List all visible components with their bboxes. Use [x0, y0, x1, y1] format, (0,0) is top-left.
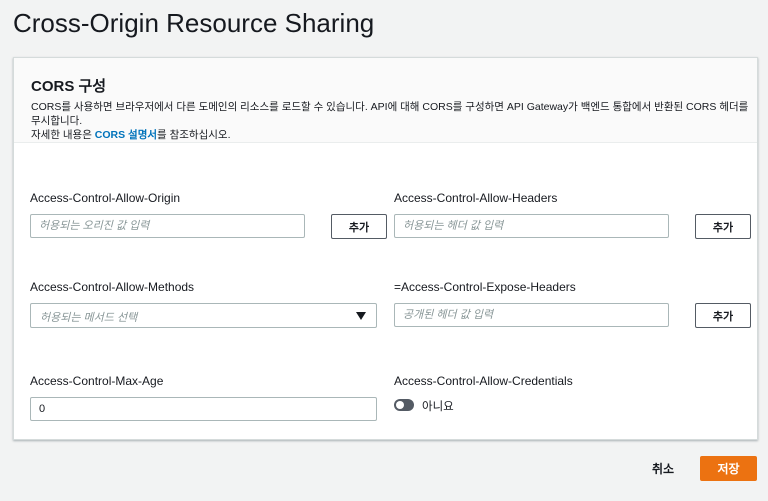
- add-header-button[interactable]: 추가: [695, 214, 751, 239]
- cancel-button[interactable]: 취소: [641, 456, 685, 480]
- allow-origin-label: Access-Control-Allow-Origin: [30, 191, 181, 205]
- add-origin-button[interactable]: 추가: [331, 214, 387, 239]
- allow-headers-label: Access-Control-Allow-Headers: [394, 191, 558, 205]
- allow-methods-select[interactable]: 허용되는 메서드 선택: [30, 303, 377, 328]
- panel-description: CORS를 사용하면 브라우저에서 다른 도메인의 리소스를 로드할 수 있습니…: [31, 100, 751, 142]
- max-age-input[interactable]: [30, 397, 377, 421]
- expose-headers-label: =Access-Control-Expose-Headers: [394, 280, 576, 294]
- allow-credentials-label: Access-Control-Allow-Credentials: [394, 374, 573, 388]
- caret-down-icon: [356, 312, 366, 320]
- panel-title: CORS 구성: [31, 78, 107, 95]
- toggle-knob: [396, 401, 404, 409]
- page-title: Cross-Origin Resource Sharing: [13, 8, 375, 38]
- max-age-label: Access-Control-Max-Age: [30, 374, 164, 388]
- description-suffix: 를 참조하십시오.: [157, 129, 231, 141]
- save-button[interactable]: 저장: [700, 456, 757, 481]
- allow-headers-input[interactable]: [394, 214, 669, 238]
- description-line-2: 자세한 내용은 CORS 설명서를 참조하십시오.: [31, 128, 751, 142]
- description-line-1: CORS를 사용하면 브라우저에서 다른 도메인의 리소스를 로드할 수 있습니…: [31, 101, 749, 127]
- allow-methods-placeholder: 허용되는 메서드 선택: [40, 312, 138, 324]
- expose-headers-input[interactable]: [394, 303, 669, 327]
- allow-origin-input[interactable]: [30, 214, 305, 238]
- add-expose-header-button[interactable]: 추가: [695, 303, 751, 328]
- panel-header: CORS 구성 CORS를 사용하면 브라우저에서 다른 도메인의 리소스를 로…: [14, 58, 757, 143]
- allow-credentials-toggle[interactable]: [394, 399, 414, 411]
- allow-methods-label: Access-Control-Allow-Methods: [30, 280, 195, 294]
- description-prefix: 자세한 내용은: [31, 129, 95, 141]
- cors-docs-link[interactable]: CORS 설명서: [95, 129, 157, 141]
- allow-credentials-toggle-label: 아니요: [422, 401, 454, 413]
